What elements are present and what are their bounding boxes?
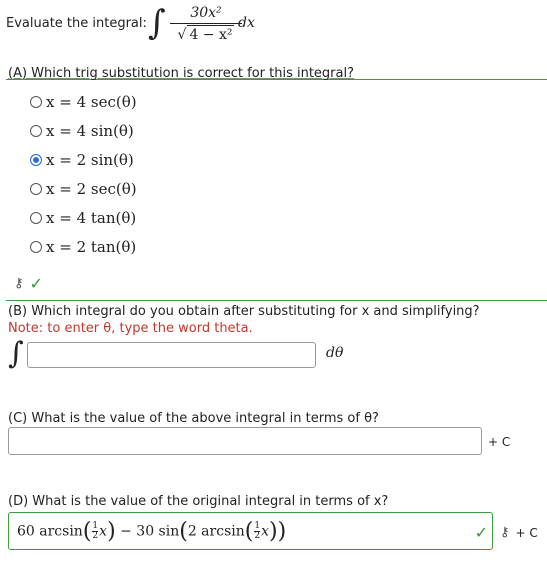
part-d-answer-field[interactable]: 60 arcsin(1 2 x) − 30 sin(2 arcsin(1 2 x)) ✓ (8, 512, 493, 550)
sqrt-symbol: √ (177, 27, 187, 43)
part-b-integral-sign: ∫ (8, 336, 24, 371)
part-b-note: Note: to enter θ, type the word theta. (8, 321, 253, 336)
integrand-numerator: 30x² (190, 5, 222, 21)
fraction-bar (170, 23, 242, 24)
option-label: x = 2 tan(θ) (46, 238, 137, 256)
part-b-dtheta: dθ (326, 345, 344, 361)
option-row[interactable]: x = 2 sin(θ) (30, 146, 134, 174)
part-a-question: (A) Which trig substitution is correct f… (8, 66, 354, 81)
part-a-status: ⚷ ✓ (14, 274, 43, 293)
radio-button[interactable] (30, 96, 42, 108)
radio-button[interactable] (30, 241, 42, 253)
part-d-status: ⚷ + C (500, 525, 538, 540)
radio-button[interactable] (30, 183, 42, 195)
option-row[interactable]: x = 4 sin(θ) (30, 117, 134, 145)
option-row[interactable]: x = 4 tan(θ) (30, 204, 136, 232)
integral-sign: ∫ (148, 3, 166, 43)
part-d-question: (D) What is the value of the original in… (8, 494, 389, 509)
sqrt-radicand: 4 − x² (187, 25, 235, 43)
part-d-check-icon: ✓ (474, 523, 488, 542)
integrand-fraction: 30x² √ 4 − x² (170, 4, 242, 43)
key-icon[interactable]: ⚷ (14, 276, 24, 291)
radio-button[interactable] (30, 154, 42, 166)
option-row[interactable]: x = 4 sec(θ) (30, 88, 137, 116)
part-b-integral-input[interactable] (27, 342, 316, 368)
intro-text: Evaluate the integral: (6, 16, 147, 31)
option-label: x = 2 sin(θ) (46, 151, 134, 169)
part-d-plus-c: + C (515, 525, 538, 540)
option-label: x = 4 tan(θ) (46, 209, 137, 227)
option-label: x = 2 sec(θ) (46, 180, 137, 198)
option-row[interactable]: x = 2 sec(θ) (30, 175, 137, 203)
differential: dx (238, 15, 255, 31)
key-icon[interactable]: ⚷ (500, 525, 510, 540)
part-c-input[interactable] (8, 427, 482, 455)
part-b-question: (B) Which integral do you obtain after s… (8, 304, 480, 319)
part-c-question: (C) What is the value of the above integ… (8, 411, 379, 426)
part-b-divider (6, 300, 547, 301)
radio-button[interactable] (30, 125, 42, 137)
option-label: x = 4 sin(θ) (46, 122, 134, 140)
option-label: x = 4 sec(θ) (46, 93, 137, 111)
radio-button[interactable] (30, 212, 42, 224)
part-d-answer: 60 arcsin(1 2 x) − 30 sin(2 arcsin(1 2 x)) (17, 519, 287, 544)
check-icon: ✓ (29, 274, 43, 293)
option-row[interactable]: x = 2 tan(θ) (30, 233, 136, 261)
part-c-plus-c: + C (488, 435, 511, 449)
integrand-denominator: √ 4 − x² (170, 25, 242, 43)
